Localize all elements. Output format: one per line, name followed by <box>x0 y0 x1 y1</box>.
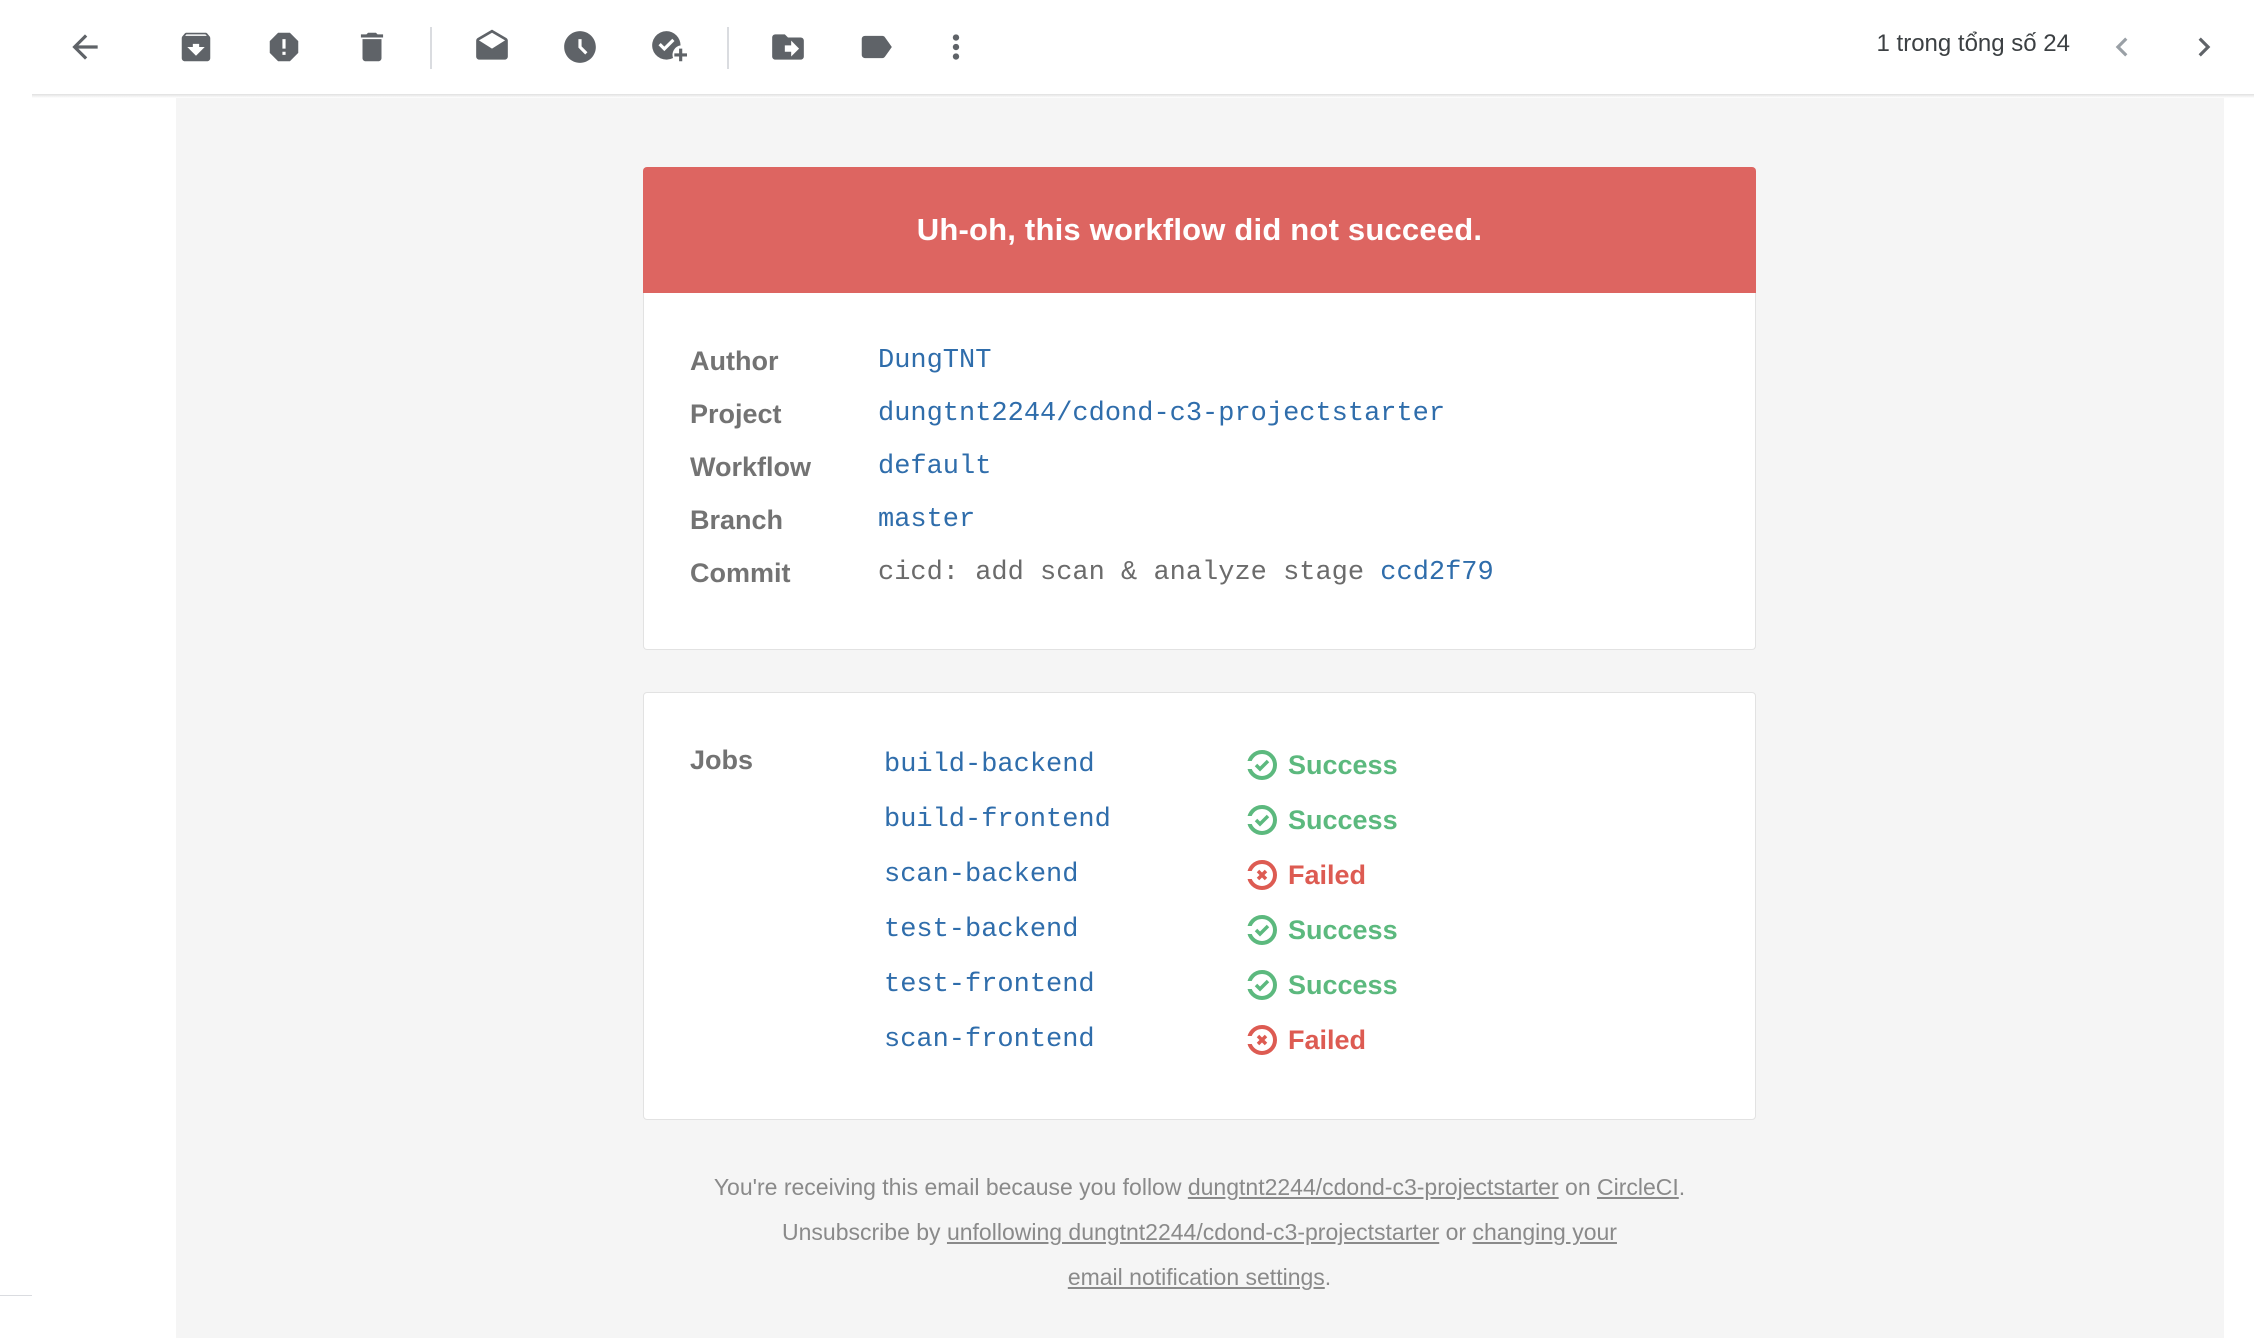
job-row: test-frontend Success <box>884 965 1398 1005</box>
jobs-label: Jobs <box>690 745 754 775</box>
toolbar-divider <box>727 27 729 69</box>
delete-icon[interactable] <box>347 22 397 72</box>
failed-x-icon <box>1246 859 1288 891</box>
job-status-failed: Failed <box>1246 1024 1366 1056</box>
footer-text: Unsubscribe by <box>782 1219 947 1245</box>
job-status-success: Success <box>1246 914 1398 946</box>
footer-text: . <box>1678 1174 1686 1200</box>
footer-circleci-link[interactable]: CircleCI <box>1597 1174 1679 1200</box>
left-pane-divider <box>0 1295 32 1296</box>
job-status-success: Success <box>1246 969 1398 1001</box>
job-status-label: Failed <box>1288 1024 1367 1055</box>
job-status-success: Success <box>1246 804 1398 836</box>
workflow-label: Workflow <box>690 451 811 482</box>
email-footer: You're receiving this email because you … <box>643 1165 1756 1300</box>
job-row: scan-frontend Failed <box>884 1020 1366 1060</box>
move-to-icon[interactable] <box>763 22 813 72</box>
job-row: test-backend Success <box>884 910 1398 950</box>
snooze-icon[interactable] <box>555 22 605 72</box>
job-name-link[interactable]: build-backend <box>884 750 1246 780</box>
archive-icon[interactable] <box>171 22 221 72</box>
workflow-details-card: Author DungTNT Project dungtnt2244/cdond… <box>643 293 1756 650</box>
older-chevron-icon[interactable] <box>2179 22 2229 72</box>
success-check-icon <box>1246 969 1288 1001</box>
success-check-icon <box>1246 914 1288 946</box>
job-status-label: Failed <box>1288 859 1367 890</box>
footer-text: on <box>1558 1174 1598 1200</box>
footer-line-follow: You're receiving this email because you … <box>643 1165 1756 1210</box>
branch-label: Branch <box>690 504 784 535</box>
author-row: Author DungTNT <box>690 341 991 381</box>
footer-project-link[interactable]: dungtnt2244/cdond-c3-projectstarter <box>1188 1174 1559 1200</box>
job-name-link[interactable]: build-frontend <box>884 805 1246 835</box>
jobs-card: Jobs build-backend Success build-frontend S… <box>643 692 1756 1120</box>
job-name-link[interactable]: test-backend <box>884 915 1246 945</box>
report-spam-icon[interactable] <box>259 22 309 72</box>
project-row: Project dungtnt2244/cdond-c3-projectstar… <box>690 394 1445 434</box>
job-name-link[interactable]: scan-frontend <box>884 1025 1246 1055</box>
project-link[interactable]: dungtnt2244/cdond-c3-projectstarter <box>878 399 1445 429</box>
author-label: Author <box>690 345 779 376</box>
job-row: scan-backend Failed <box>884 855 1366 895</box>
job-name-link[interactable]: scan-backend <box>884 860 1246 890</box>
job-status-label: Success <box>1288 804 1398 835</box>
job-row: build-frontend Success <box>884 800 1398 840</box>
failed-x-icon <box>1246 1024 1288 1056</box>
newer-chevron-icon[interactable] <box>2097 22 2147 72</box>
mark-unread-icon[interactable] <box>467 22 517 72</box>
commit-label: Commit <box>690 557 791 588</box>
back-arrow-icon[interactable] <box>60 22 110 72</box>
job-name-link[interactable]: test-frontend <box>884 970 1246 1000</box>
job-status-label: Success <box>1288 749 1398 780</box>
project-label: Project <box>690 398 782 429</box>
commit-row: Commit cicd: add scan & analyze stage cc… <box>690 553 1494 593</box>
footer-text: You're receiving this email because you … <box>713 1174 1188 1200</box>
failure-banner: Uh-oh, this workflow did not succeed. <box>643 167 1756 293</box>
author-link[interactable]: DungTNT <box>878 346 991 376</box>
label-icon[interactable] <box>851 22 901 72</box>
job-status-failed: Failed <box>1246 859 1366 891</box>
footer-text: or <box>1439 1219 1473 1245</box>
success-check-icon <box>1246 749 1288 781</box>
branch-link[interactable]: master <box>878 505 975 535</box>
success-check-icon <box>1246 804 1288 836</box>
footer-line-unsubscribe: Unsubscribe by unfollowing dungtnt2244/c… <box>643 1210 1756 1300</box>
banner-title: Uh-oh, this workflow did not succeed. <box>916 212 1483 247</box>
job-row: build-backend Success <box>884 745 1398 785</box>
commit-hash-link[interactable]: ccd2f79 <box>1380 558 1493 588</box>
job-status-label: Success <box>1288 914 1398 945</box>
branch-row: Branch master <box>690 500 975 540</box>
unfollow-link[interactable]: unfollowing dungtnt2244/cdond-c3-project… <box>947 1219 1439 1245</box>
gmail-toolbar: 1 trong tổng số 24 <box>0 0 2254 94</box>
job-status-label: Success <box>1288 969 1398 1000</box>
workflow-row: Workflow default <box>690 447 991 487</box>
job-status-success: Success <box>1246 749 1398 781</box>
footer-text: . <box>1324 1264 1332 1290</box>
workflow-link[interactable]: default <box>878 452 991 482</box>
toolbar-divider <box>430 27 432 69</box>
commit-message: cicd: add scan & analyze stage <box>878 558 1365 588</box>
more-options-icon[interactable] <box>931 22 981 72</box>
add-to-tasks-icon[interactable] <box>643 22 693 72</box>
pagination-count: 1 trong tổng số 24 <box>1876 30 2070 57</box>
